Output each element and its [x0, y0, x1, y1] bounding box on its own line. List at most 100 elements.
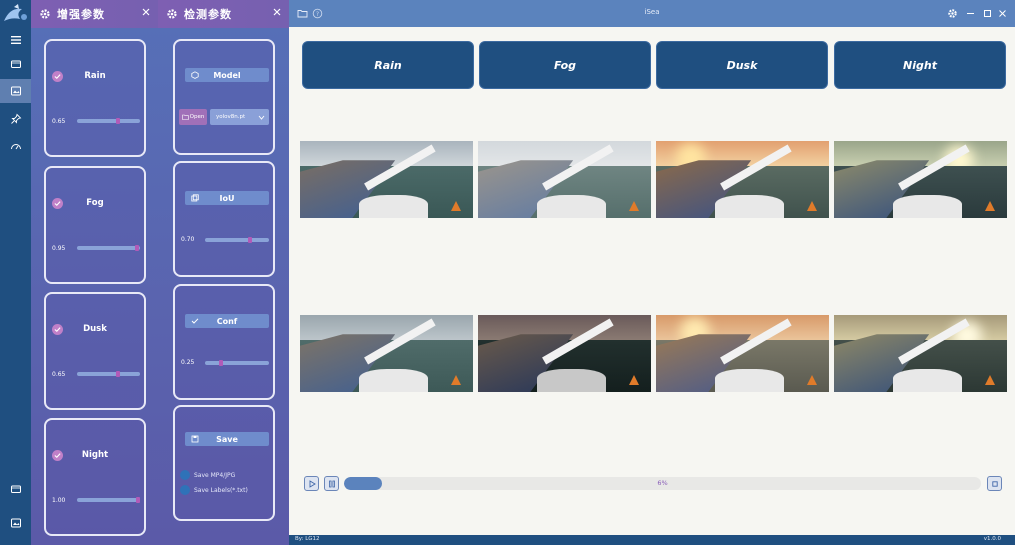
pause-button[interactable] — [324, 476, 339, 491]
image-icon[interactable] — [0, 511, 31, 535]
slider-knob[interactable] — [115, 371, 120, 377]
iou-card: IoU 0.70 — [173, 161, 275, 277]
dusk-slider[interactable] — [77, 371, 140, 377]
save-button[interactable]: Save — [185, 432, 269, 446]
save-labels-label: Save Labels(*.txt) — [194, 486, 248, 494]
camera-icon[interactable] — [0, 52, 31, 76]
conf-card: Conf 0.25 — [173, 284, 275, 400]
panel-title: 增强参数 — [57, 8, 105, 21]
rain-value: 0.65 — [52, 118, 66, 125]
model-button[interactable]: Model — [185, 68, 269, 82]
version-label: v1.0.0 — [983, 536, 1001, 542]
image-thumbnail[interactable] — [656, 315, 829, 392]
save-mp4-label: Save MP4/JPG — [194, 471, 236, 479]
conf-label: Conf — [216, 316, 238, 326]
close-icon[interactable] — [141, 7, 151, 17]
slider-knob[interactable] — [115, 118, 120, 124]
fog-label: Fog — [86, 198, 104, 208]
conf-value: 0.25 — [181, 359, 195, 366]
stop-icon — [991, 480, 998, 487]
radio-dot[interactable] — [180, 470, 190, 480]
main-window: ? iSea Rain Fog Dusk Night 6% — [289, 0, 1015, 545]
open-model-button[interactable]: Open — [179, 109, 207, 125]
model-selected-value: yolov8n.pt — [216, 114, 246, 120]
iou-slider[interactable] — [205, 237, 269, 243]
image-thumbnail[interactable] — [656, 141, 829, 218]
rain-slider[interactable] — [77, 118, 140, 124]
gear-icon[interactable] — [947, 8, 958, 19]
open-label: Open — [189, 114, 205, 120]
model-select[interactable]: yolov8n.pt — [210, 109, 269, 125]
panel-title: 检测参数 — [184, 8, 232, 21]
save-label: Save — [216, 434, 238, 444]
minimize-icon[interactable] — [965, 8, 976, 19]
panel-header: 检测参数 — [158, 0, 289, 28]
image-thumbnail[interactable] — [478, 315, 651, 392]
title-bar: ? iSea — [289, 0, 1015, 27]
gear-icon — [40, 9, 50, 19]
window-title: iSea — [644, 8, 660, 16]
maximize-icon[interactable] — [982, 8, 993, 19]
iou-label: IoU — [219, 193, 235, 203]
cube-icon — [191, 71, 199, 79]
image-thumbnail[interactable] — [300, 141, 473, 218]
progress-bar[interactable]: 6% — [344, 477, 981, 490]
night-value: 1.00 — [52, 497, 66, 504]
close-icon[interactable] — [997, 8, 1008, 19]
slider-knob[interactable] — [136, 497, 140, 503]
model-card: Model Open yolov8n.pt — [173, 39, 275, 155]
copy-icon — [191, 194, 199, 202]
iou-button[interactable]: IoU — [185, 191, 269, 205]
dusk-value: 0.65 — [52, 371, 66, 378]
slider-knob[interactable] — [134, 245, 139, 251]
chevron-down-icon — [258, 115, 265, 120]
fog-value: 0.95 — [52, 245, 66, 252]
save-icon — [191, 435, 199, 443]
conf-button[interactable]: Conf — [185, 314, 269, 328]
conf-slider[interactable] — [205, 360, 269, 366]
image-thumbnail[interactable] — [834, 315, 1007, 392]
menu-icon[interactable] — [0, 28, 31, 52]
dusk-card: Dusk 0.65 — [44, 292, 146, 410]
night-augment-button[interactable]: Night — [834, 41, 1006, 89]
play-button[interactable] — [304, 476, 319, 491]
author-label: By: LG12 — [295, 536, 320, 542]
iou-value: 0.70 — [181, 236, 195, 243]
pin-icon[interactable] — [0, 107, 31, 131]
close-icon[interactable] — [272, 7, 282, 17]
image-icon[interactable] — [0, 79, 31, 103]
stop-button[interactable] — [987, 476, 1002, 491]
folder-icon — [181, 114, 189, 120]
dusk-augment-button[interactable]: Dusk — [656, 41, 828, 89]
progress-label: 6% — [657, 479, 668, 487]
save-mp4-option[interactable]: Save MP4/JPG — [180, 470, 235, 480]
panel-header: 增强参数 — [31, 0, 158, 28]
image-thumbnail[interactable] — [834, 141, 1007, 218]
night-card: Night 1.00 — [44, 418, 146, 536]
fog-augment-button[interactable]: Fog — [479, 41, 651, 89]
save-card: Save Save MP4/JPG Save Labels(*.txt) — [173, 405, 275, 521]
fog-slider[interactable] — [77, 245, 140, 251]
model-label: Model — [213, 70, 241, 80]
nav-rail — [0, 0, 31, 545]
pause-icon — [328, 480, 335, 487]
fog-card: Fog 0.95 — [44, 166, 146, 284]
rain-card: Rain 0.65 — [44, 39, 146, 157]
app-logo-icon — [4, 4, 27, 21]
camera-icon[interactable] — [0, 477, 31, 501]
play-icon — [309, 479, 316, 488]
enhance-params-panel: 增强参数 Rain 0.65 Fog 0.95 Dusk 0.65 Night … — [31, 0, 158, 545]
image-thumbnail[interactable] — [478, 141, 651, 218]
rain-augment-button[interactable]: Rain — [302, 41, 474, 89]
status-bar: By: LG12 v1.0.0 — [289, 535, 1015, 545]
slider-knob[interactable] — [219, 360, 223, 366]
night-label: Night — [81, 450, 109, 460]
image-thumbnail[interactable] — [300, 315, 473, 392]
dashboard-icon[interactable] — [0, 134, 31, 158]
slider-knob[interactable] — [247, 237, 252, 243]
detect-params-panel: 检测参数 Model Open yolov8n.pt IoU 0.70 Conf… — [158, 0, 289, 545]
dusk-label: Dusk — [83, 324, 107, 334]
radio-dot[interactable] — [180, 485, 190, 495]
save-labels-option[interactable]: Save Labels(*.txt) — [180, 485, 248, 495]
night-slider[interactable] — [77, 497, 140, 503]
